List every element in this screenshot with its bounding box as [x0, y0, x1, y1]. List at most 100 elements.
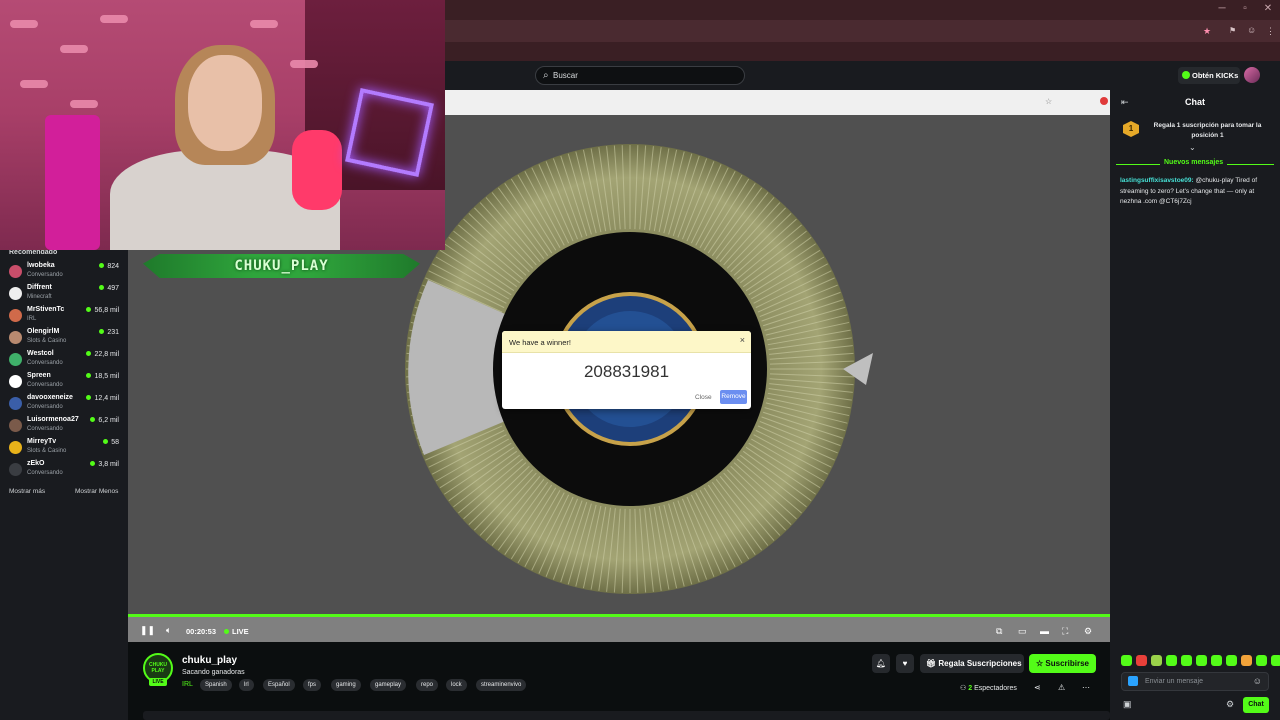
maximize-window-icon[interactable]: ▫	[1238, 3, 1252, 15]
live-dot-icon	[99, 329, 105, 334]
share-icon[interactable]: ⋖	[1034, 683, 1041, 692]
menu-dots-icon[interactable]: ⋮	[1266, 26, 1275, 37]
tag-gameplay[interactable]: gameplay	[370, 679, 407, 691]
fullscreen-icon[interactable]: ⛶	[1062, 626, 1068, 637]
sidebar-item-viewers: 22,8 mil	[86, 351, 119, 358]
emote-icon[interactable]	[1271, 655, 1280, 666]
profile-icon[interactable]: ☺	[1247, 25, 1256, 35]
emote-icon[interactable]	[1166, 655, 1177, 666]
captured-browser-toolbar: ☆	[445, 90, 1110, 115]
sidebar-item-category: Slots & Casino	[27, 338, 67, 344]
chat-input[interactable]: Enviar un mensaje ☺	[1121, 672, 1269, 691]
sidebar-item-diffrent[interactable]: Diffrent Minecraft 497	[0, 282, 128, 304]
channel-avatar	[9, 353, 22, 366]
live-indicator: LIVE	[224, 627, 249, 636]
player-controls	[128, 617, 1110, 642]
chevron-down-icon[interactable]: ⌄	[1189, 143, 1196, 152]
tag-fps[interactable]: fps	[303, 679, 322, 691]
extensions-icon[interactable]: ⚑	[1229, 26, 1236, 35]
user-avatar[interactable]	[1244, 67, 1260, 83]
volume-icon[interactable]: 🔈︎	[166, 625, 171, 636]
kicks-coin-icon	[1182, 71, 1190, 79]
gift-leaderboard-text: Regala 1 suscripción para tomar la posic…	[1153, 122, 1262, 139]
sidebar-item-category: Conversando	[27, 470, 63, 476]
notification-bell-icon[interactable]: 🔔︎	[872, 654, 890, 673]
tag-lrl[interactable]: lrl	[239, 679, 254, 691]
viewer-count: ⚇ 2 Espectadores	[960, 685, 1017, 692]
chat-settings-icon[interactable]: ⚙	[1226, 699, 1234, 710]
sidebar-title: Recomendado	[9, 249, 58, 256]
dialog-close-button[interactable]: Close	[695, 394, 712, 401]
emote-icon[interactable]	[1121, 655, 1132, 666]
sidebar-item-olengirlm[interactable]: OlengirlM Slots & Casino 231	[0, 326, 128, 348]
sidebar-item-mrstiventc[interactable]: MrStivenTc IRL 56,8 mil	[0, 304, 128, 326]
emote-icon[interactable]	[1151, 655, 1162, 666]
sidebar-item-spreen[interactable]: Spreen Conversando 18,5 mil	[0, 370, 128, 392]
streamer-face	[188, 55, 262, 151]
channel-name[interactable]: chuku_play	[182, 655, 237, 666]
tag-gaming[interactable]: gaming	[331, 679, 361, 691]
channel-avatar-text: CHUKU PLAY	[148, 662, 168, 674]
about-panel-edge	[143, 711, 1110, 720]
get-kicks-button[interactable]: Obtén KICKs	[1178, 67, 1240, 84]
search-icon: ⌕	[543, 70, 549, 81]
tag-lock[interactable]: lock	[446, 679, 467, 691]
gift-shop-icon[interactable]: ▣	[1123, 699, 1132, 710]
live-dot-icon	[90, 417, 96, 422]
sidebar-item-viewers: 6,2 mil	[90, 417, 119, 424]
emote-icon[interactable]	[1226, 655, 1237, 666]
show-less-link[interactable]: Mostrar Menos	[75, 488, 118, 495]
sidebar-item-lwobeka[interactable]: lwobeka Conversando 824	[0, 260, 128, 282]
stream-category[interactable]: IRL	[182, 681, 193, 688]
emote-icon[interactable]	[1211, 655, 1222, 666]
chat-username[interactable]: lastingsuffixisavstoe09:	[1120, 177, 1194, 184]
emoji-icon[interactable]: ☺	[1253, 676, 1262, 686]
bookmark-star-icon[interactable]: ★	[1203, 26, 1211, 37]
infinity-cube-lamp	[345, 88, 434, 177]
sidebar-item-luisormenoa27[interactable]: Luisormenoa27 Conversando 6,2 mil	[0, 414, 128, 436]
tag-repo[interactable]: repo	[416, 679, 439, 691]
channel-avatar	[9, 375, 22, 388]
star-icon: ☆	[1036, 659, 1046, 668]
emote-icon[interactable]	[1241, 655, 1252, 666]
sidebar-item-name: OlengirlM	[27, 328, 60, 335]
minimize-window-icon[interactable]: ─	[1215, 3, 1229, 15]
search-input[interactable]: ⌕ Buscar	[535, 66, 745, 85]
collapse-chat-icon[interactable]: ⇤	[1121, 97, 1129, 108]
sidebar-item-davooxeneize[interactable]: davooxeneize Conversando 12,4 mil	[0, 392, 128, 414]
report-warning-icon[interactable]: ⚠	[1058, 683, 1065, 692]
sidebar-item-westcol[interactable]: Westcol Conversando 22,8 mil	[0, 348, 128, 370]
send-chat-button[interactable]: Chat	[1243, 697, 1269, 713]
browser-url-bar[interactable]	[445, 20, 1280, 42]
emote-icon[interactable]	[1136, 655, 1147, 666]
theater-mode-icon[interactable]: ▭	[1018, 626, 1027, 637]
more-options-icon[interactable]: ⋯	[1082, 683, 1090, 692]
emote-icon[interactable]	[1196, 655, 1207, 666]
show-more-link[interactable]: Mostrar más	[9, 488, 45, 495]
dialog-close-icon[interactable]: ×	[740, 335, 745, 345]
channel-avatar	[9, 309, 22, 322]
wide-mode-icon[interactable]: ▬	[1040, 626, 1049, 636]
get-kicks-label: Obtén KICKs	[1192, 71, 1239, 80]
tag-español[interactable]: Español	[263, 679, 295, 691]
channel-avatar	[9, 463, 22, 476]
close-window-icon[interactable]: ✕	[1261, 3, 1275, 15]
gift-icon: 🎁︎	[926, 659, 939, 668]
dialog-remove-button[interactable]: Remove	[720, 390, 747, 404]
tag-spanish[interactable]: Spanish	[200, 679, 232, 691]
pause-icon[interactable]: ❚❚	[140, 625, 155, 636]
subscribe-button[interactable]: ☆ Suscribirse	[1029, 654, 1096, 673]
sidebar-item-mirreytv[interactable]: MirreyTv Slots & Casino 58	[0, 436, 128, 458]
follow-heart-icon[interactable]: ♥	[896, 654, 914, 673]
emote-icon[interactable]	[1181, 655, 1192, 666]
sidebar-item-category: Conversando	[27, 426, 63, 432]
settings-gear-icon[interactable]: ⚙	[1084, 626, 1092, 637]
sidebar-item-zeko[interactable]: zEkO Conversando 3,8 mil	[0, 458, 128, 480]
chat-title: Chat	[1185, 97, 1205, 107]
pip-icon[interactable]: ⧉	[996, 626, 1002, 637]
bookmark-icon: ☆	[1045, 97, 1053, 106]
sidebar-item-category: Conversando	[27, 360, 63, 366]
gift-subscriptions-button[interactable]: 🎁︎ Regala Suscripciones	[920, 654, 1024, 673]
tag-streaminenvivo[interactable]: streaminenvivo	[476, 679, 527, 691]
emote-icon[interactable]	[1256, 655, 1267, 666]
